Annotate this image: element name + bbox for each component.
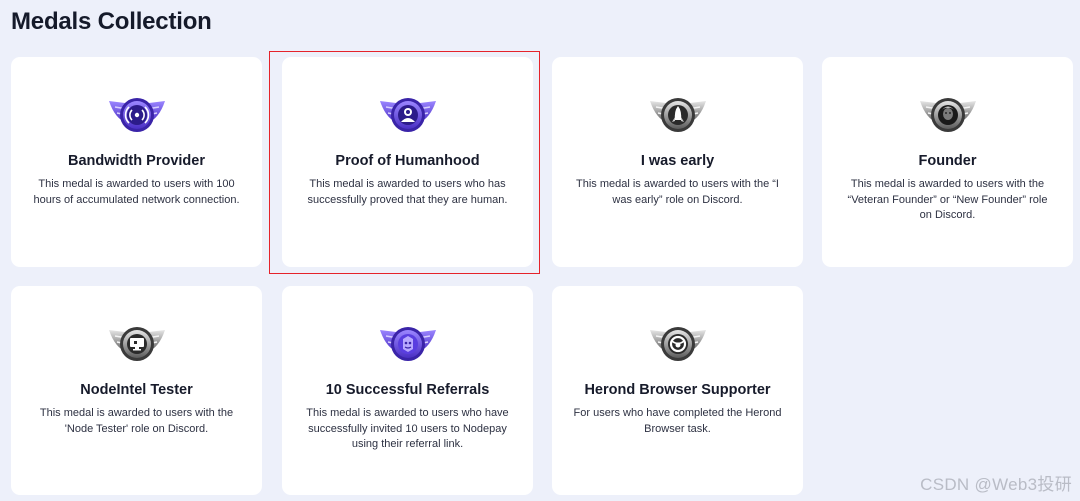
medal-card-10-successful-referrals[interactable]: 10 Successful Referrals This medal is aw…: [282, 286, 533, 495]
medal-description: This medal is awarded to users with the …: [39, 407, 234, 435]
medal-card-founder[interactable]: Founder This medal is awarded to users w…: [822, 57, 1073, 267]
medal-card-nodeintel-tester[interactable]: NodeIntel Tester This medal is awarded t…: [11, 286, 262, 495]
medal-card-herond-browser-supporter[interactable]: Herond Browser Supporter For users who h…: [552, 286, 803, 495]
medal-title: 10 Successful Referrals: [325, 382, 490, 398]
rocket-icon: [648, 93, 708, 137]
medal-description: For users who have completed the Herond …: [573, 407, 782, 435]
page-title: Medals Collection: [11, 8, 212, 35]
herond-browser-icon: [648, 322, 708, 366]
referral-badge-icon: [378, 322, 438, 366]
medal-title: Herond Browser Supporter: [584, 382, 771, 398]
medal-card-bandwidth-provider[interactable]: Bandwidth Provider This medal is awarded…: [11, 57, 262, 267]
watermark: CSDN @Web3投研: [920, 475, 1072, 494]
medal-description: This medal is awarded to users with 100 …: [33, 178, 240, 206]
signal-broadcast-icon: [107, 93, 167, 137]
monitor-icon: [107, 322, 167, 366]
medal-description: This medal is awarded to users who have …: [306, 407, 509, 450]
founder-portrait-icon: [918, 93, 978, 137]
medal-description: This medal is awarded to users who has s…: [307, 178, 508, 206]
medal-title: Founder: [918, 153, 977, 169]
medal-card-proof-of-humanhood[interactable]: Proof of Humanhood This medal is awarded…: [282, 57, 533, 267]
medal-title: Bandwidth Provider: [68, 153, 205, 169]
medal-title: NodeIntel Tester: [80, 382, 193, 398]
medal-description: This medal is awarded to users with the …: [576, 178, 779, 206]
medal-description: This medal is awarded to users with the …: [847, 178, 1048, 221]
person-avatar-icon: [378, 93, 438, 137]
medal-title: I was early: [640, 153, 715, 169]
medal-title: Proof of Humanhood: [335, 153, 480, 169]
medal-card-i-was-early[interactable]: I was early This medal is awarded to use…: [552, 57, 803, 267]
